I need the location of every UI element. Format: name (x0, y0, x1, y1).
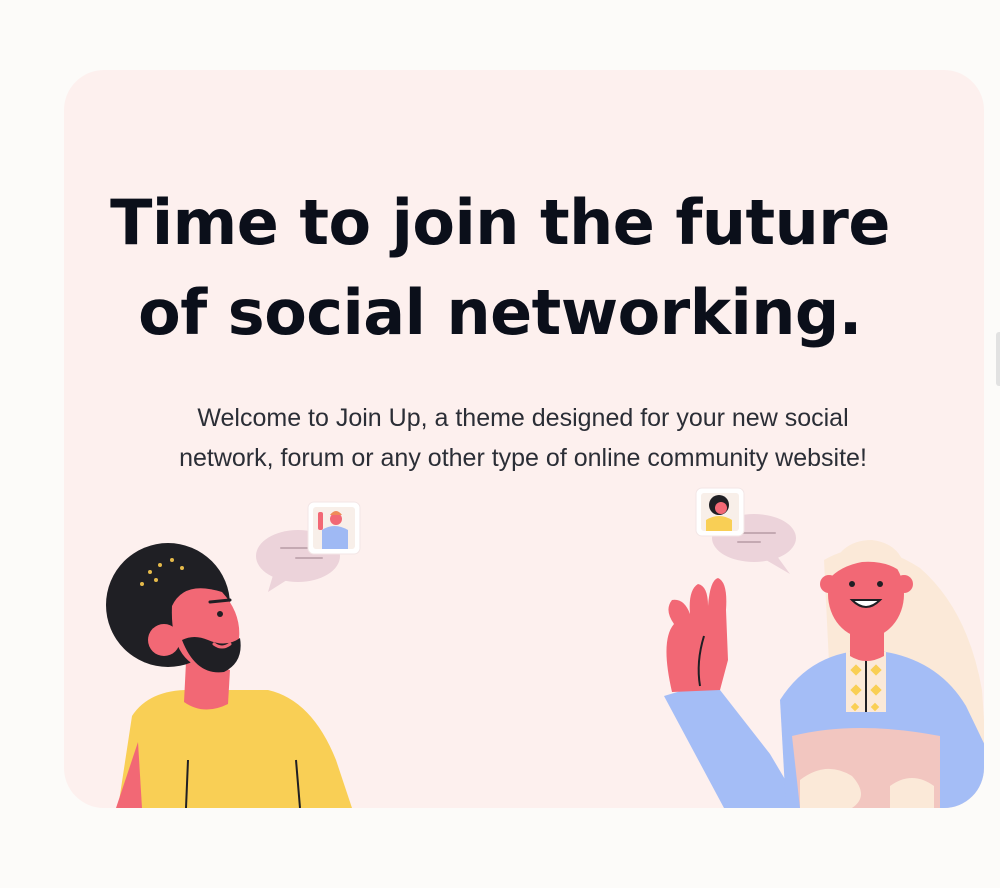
right-person-avatar (664, 540, 984, 808)
hero-illustration (106, 487, 984, 808)
left-chat-bubble-icon (256, 501, 361, 592)
right-chat-bubble-icon (695, 487, 796, 574)
left-person-avatar (106, 543, 352, 808)
scroll-edge-indicator (996, 332, 1000, 386)
page: Time to join the future of social networ… (0, 0, 1000, 888)
